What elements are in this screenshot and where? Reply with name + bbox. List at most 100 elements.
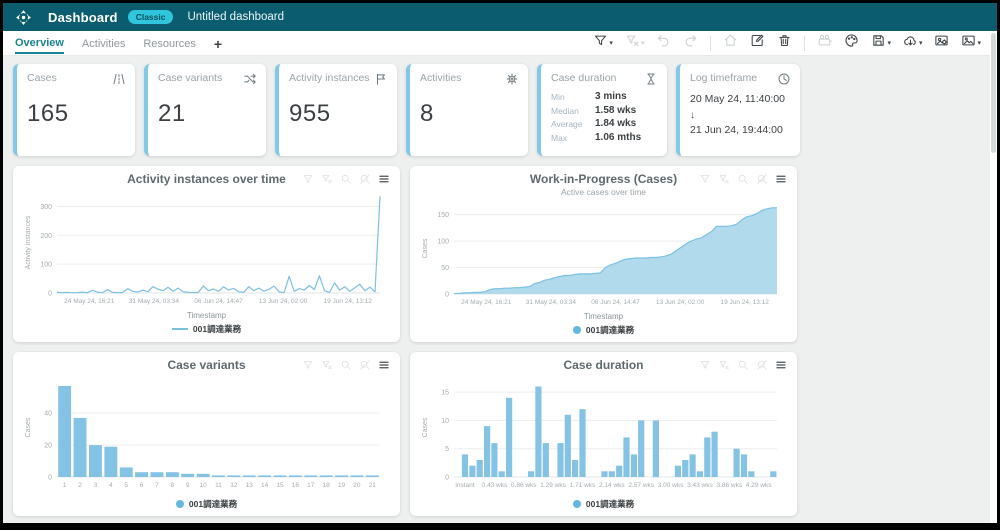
scrollbar-thumb[interactable]	[991, 33, 996, 153]
delete-button[interactable]	[773, 32, 796, 54]
svg-text:8: 8	[171, 482, 175, 489]
export-image-settings-button[interactable]	[930, 32, 953, 54]
chart-legend[interactable]: 001調達業務	[418, 498, 789, 512]
svg-text:3.86 wks: 3.86 wks	[716, 482, 742, 489]
download-button[interactable]: ▾	[899, 32, 927, 54]
filter-icon[interactable]	[699, 172, 711, 184]
zoom-in-icon[interactable]	[340, 172, 352, 184]
chart-card-case-duration: Case duration051015Casesinstant0.43 wks0…	[410, 352, 797, 516]
svg-text:21: 21	[369, 482, 377, 489]
legend-label: 001調達業務	[189, 498, 237, 510]
svg-text:2.57 wks: 2.57 wks	[628, 482, 654, 489]
menu-icon[interactable]	[378, 172, 390, 184]
chart-legend[interactable]: 001調達業務	[21, 498, 392, 512]
chart-legend[interactable]: 001調達業務	[21, 323, 392, 337]
svg-text:instant: instant	[455, 482, 474, 489]
clear-filter-icon[interactable]	[718, 172, 730, 184]
chart-grid: Activity instances over time0100200300Ac…	[13, 166, 987, 516]
kpi-card-case-duration: Case durationMin3 minsMedian1.58 wksAver…	[537, 64, 667, 156]
toolbar-divider	[710, 36, 711, 51]
menu-icon[interactable]	[775, 358, 787, 370]
app-window: Dashboard Classic Untitled dashboard Ove…	[0, 0, 1000, 530]
kpi-card-cases: Cases165	[13, 64, 135, 156]
svg-text:7: 7	[155, 482, 159, 489]
filter-button[interactable]: ▾	[589, 32, 617, 54]
filter-icon[interactable]	[699, 358, 711, 370]
kpi-stat-row: Average1.84 wks	[551, 118, 657, 129]
chart-card-activity-instances-over-time: Activity instances over time0100200300Ac…	[13, 166, 400, 342]
scrollbar[interactable]	[990, 31, 997, 523]
palette-button[interactable]	[840, 32, 863, 54]
chevron-down-icon: ▾	[887, 40, 891, 47]
zoom-in-icon[interactable]	[340, 358, 352, 370]
svg-text:17: 17	[307, 482, 315, 489]
zoom-out-icon[interactable]	[756, 172, 768, 184]
menu-icon[interactable]	[378, 358, 390, 370]
svg-text:10: 10	[200, 482, 208, 489]
kpi-stat-row: Min3 mins	[551, 91, 657, 102]
svg-text:9: 9	[186, 482, 190, 489]
chart-toolbar	[302, 172, 390, 184]
undo-icon	[656, 33, 671, 53]
dashboard-content: Cases165Case variants21Activity instance…	[3, 56, 997, 524]
zoom-in-icon[interactable]	[737, 172, 749, 184]
redo-button[interactable]	[679, 32, 702, 54]
filter-icon[interactable]	[302, 358, 314, 370]
export-image-settings-icon	[934, 33, 949, 53]
chart-toolbar	[699, 172, 787, 184]
timeframe-end: 21 Jun 24, 19:44:00	[690, 123, 790, 139]
svg-text:1: 1	[63, 482, 67, 489]
classic-badge: Classic	[128, 10, 174, 24]
tab-resources[interactable]: Resources	[143, 34, 196, 53]
chart-header: Work-in-Progress (Cases)Active cases ove…	[418, 172, 789, 197]
clear-filter-icon	[625, 33, 640, 53]
svg-text:0: 0	[48, 475, 52, 482]
svg-text:16: 16	[292, 482, 300, 489]
svg-text:0: 0	[48, 291, 52, 298]
clock-icon	[777, 72, 791, 86]
svg-text:0.43 wks: 0.43 wks	[482, 482, 508, 489]
kpi-value: 21	[158, 100, 256, 128]
undo-button[interactable]	[652, 32, 675, 54]
home-button[interactable]	[719, 32, 742, 54]
export-image-button[interactable]: ▾	[957, 32, 985, 54]
export-image-icon	[961, 33, 976, 53]
svg-text:4: 4	[109, 482, 113, 489]
toolbar: ▾ ▾ ▾ ▾ ▾	[589, 32, 985, 54]
zoom-in-icon[interactable]	[737, 358, 749, 370]
legend-marker	[172, 328, 188, 330]
kpi-card-activity-instances: Activity instances955	[275, 64, 397, 156]
chevron-down-icon: ▾	[609, 40, 613, 47]
tab-activities[interactable]: Activities	[82, 34, 125, 53]
save-button[interactable]: ▾	[867, 32, 895, 54]
svg-text:06 Jun 24, 14:47: 06 Jun 24, 14:47	[591, 299, 640, 306]
tab-overview[interactable]: Overview	[15, 33, 64, 54]
clear-filter-button[interactable]: ▾	[621, 32, 649, 54]
add-tab-button[interactable]: +	[214, 32, 222, 55]
chart-plot: 02040Cases123456789101112131415161718192…	[21, 372, 390, 490]
svg-text:Cases: Cases	[422, 238, 429, 258]
menu-icon[interactable]	[775, 172, 787, 184]
animation-button[interactable]	[813, 32, 836, 54]
kpi-label: Log timeframe	[690, 72, 790, 84]
chart-toolbar	[699, 358, 787, 370]
clear-filter-icon[interactable]	[718, 358, 730, 370]
svg-text:2: 2	[78, 482, 82, 489]
zoom-out-icon[interactable]	[756, 358, 768, 370]
chart-legend[interactable]: 001調達業務	[418, 324, 789, 338]
filter-icon[interactable]	[302, 172, 314, 184]
gear-icon	[505, 72, 519, 86]
legend-label: 001調達業務	[586, 498, 634, 510]
toolbar-divider	[804, 36, 805, 51]
clear-filter-icon[interactable]	[321, 172, 333, 184]
rename-button[interactable]	[746, 32, 769, 54]
zoom-out-icon[interactable]	[359, 172, 371, 184]
legend-label: 001調達業務	[586, 324, 634, 336]
chart-plot: 051015Casesinstant0.43 wks0.86 wks1.29 w…	[418, 372, 787, 490]
timeframe-start: 20 May 24, 11:40:00	[690, 92, 790, 108]
svg-text:150: 150	[437, 212, 449, 219]
zoom-out-icon[interactable]	[359, 358, 371, 370]
clear-filter-icon[interactable]	[321, 358, 333, 370]
arrow-down-icon: ↓	[690, 108, 790, 123]
filter-icon	[593, 33, 608, 53]
